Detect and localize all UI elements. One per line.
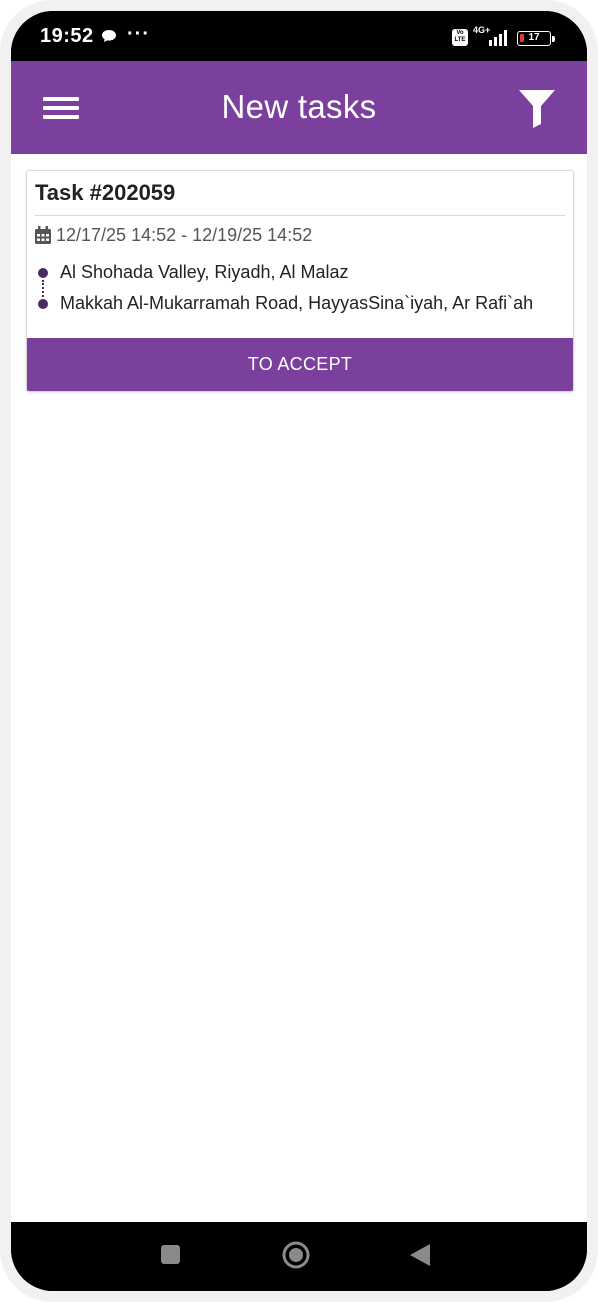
battery-icon: 17	[517, 31, 551, 46]
recent-apps-icon[interactable]	[161, 1245, 180, 1264]
task-date-range: 12/17/25 14:52 - 12/19/25 14:52	[56, 225, 313, 245]
battery-tip	[552, 36, 555, 42]
home-icon[interactable]	[282, 1241, 310, 1269]
card-divider	[35, 215, 565, 216]
pickup-address: Al Shohada Valley, Riyadh, Al Malaz	[60, 262, 349, 282]
page-title: New tasks	[221, 88, 377, 125]
volte-badge: Vo LTE	[452, 29, 468, 46]
task-card[interactable]: Task #202059 12/17/25 14:52 - 12/19/25 1…	[26, 170, 574, 392]
status-bar: 19:52 ··· Vo LTE 4G+ 17	[11, 11, 587, 61]
status-time: 19:52	[40, 25, 94, 47]
dropoff-address: Makkah Al-Mukarramah Road, HayyasSina`iy…	[60, 293, 534, 313]
system-nav-bar	[11, 1222, 587, 1291]
filter-icon[interactable]	[518, 88, 556, 128]
more-notifications-indicator: ···	[127, 23, 150, 45]
back-icon[interactable]	[409, 1243, 431, 1267]
battery-level: 17	[528, 32, 540, 43]
network-type-label: 4G+	[473, 25, 491, 35]
phone-frame: 19:52 ··· Vo LTE 4G+ 17 New tasks Task #…	[0, 0, 598, 1302]
accept-task-button[interactable]: TO ACCEPT	[27, 338, 573, 391]
signal-strength-icon	[489, 30, 507, 46]
message-bubble-icon	[102, 30, 116, 42]
route-connector-line	[42, 280, 44, 297]
task-title: Task #202059	[35, 180, 176, 205]
phone-screen: 19:52 ··· Vo LTE 4G+ 17 New tasks Task #…	[11, 11, 587, 1291]
calendar-icon	[35, 226, 51, 244]
task-list: Task #202059 12/17/25 14:52 - 12/19/25 1…	[11, 154, 587, 1222]
route-end-dot-icon	[38, 299, 48, 309]
route-start-dot-icon	[38, 268, 48, 278]
app-bar: New tasks	[11, 61, 587, 154]
